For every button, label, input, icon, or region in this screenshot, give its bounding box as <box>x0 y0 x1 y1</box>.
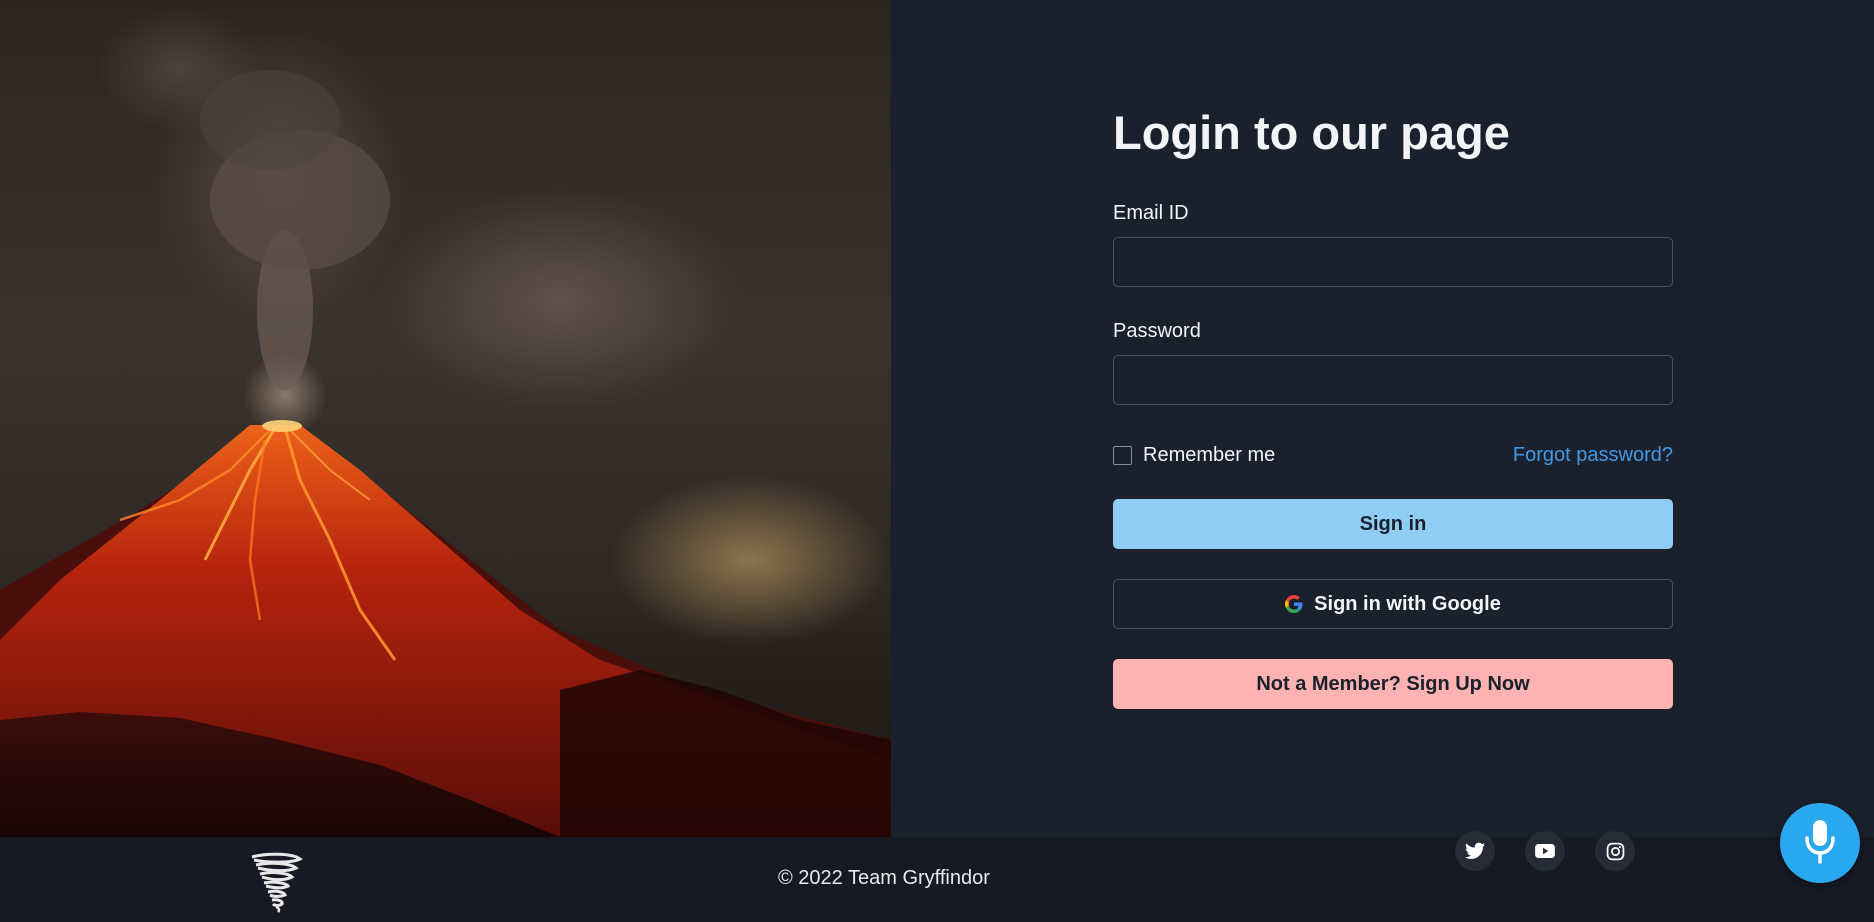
sign-in-button[interactable]: Sign in <box>1113 499 1673 549</box>
remember-forgot-row: Remember me Forgot password? <box>1113 443 1673 467</box>
sign-up-button[interactable]: Not a Member? Sign Up Now <box>1113 659 1673 709</box>
remember-me-checkbox[interactable] <box>1113 445 1132 465</box>
instagram-icon[interactable] <box>1595 831 1635 871</box>
forgot-password-link[interactable]: Forgot password? <box>1513 444 1673 467</box>
password-field[interactable] <box>1113 355 1673 405</box>
remember-me[interactable]: Remember me <box>1113 444 1275 467</box>
google-icon <box>1285 595 1303 613</box>
email-field[interactable] <box>1113 237 1673 287</box>
google-sign-in-label: Sign in with Google <box>1314 592 1501 615</box>
page-title: Login to our page <box>1113 106 1510 159</box>
login-form: Login to our page Email ID Password Reme… <box>1113 105 1673 709</box>
google-sign-in-button[interactable]: Sign in with Google <box>1113 579 1673 629</box>
youtube-icon[interactable] <box>1525 831 1565 871</box>
microphone-icon <box>1803 818 1837 869</box>
copyright-text: © 2022 Team Gryffindor <box>778 867 990 889</box>
hero-volcano-image <box>0 0 891 837</box>
remember-me-label: Remember me <box>1143 443 1276 466</box>
email-label: Email ID <box>1113 202 1189 224</box>
microphone-button[interactable] <box>1780 803 1860 883</box>
tornado-icon[interactable] <box>248 851 304 918</box>
password-label: Password <box>1113 320 1201 342</box>
twitter-icon[interactable] <box>1455 831 1495 871</box>
footer: © 2022 Team Gryffindor <box>0 837 1874 922</box>
